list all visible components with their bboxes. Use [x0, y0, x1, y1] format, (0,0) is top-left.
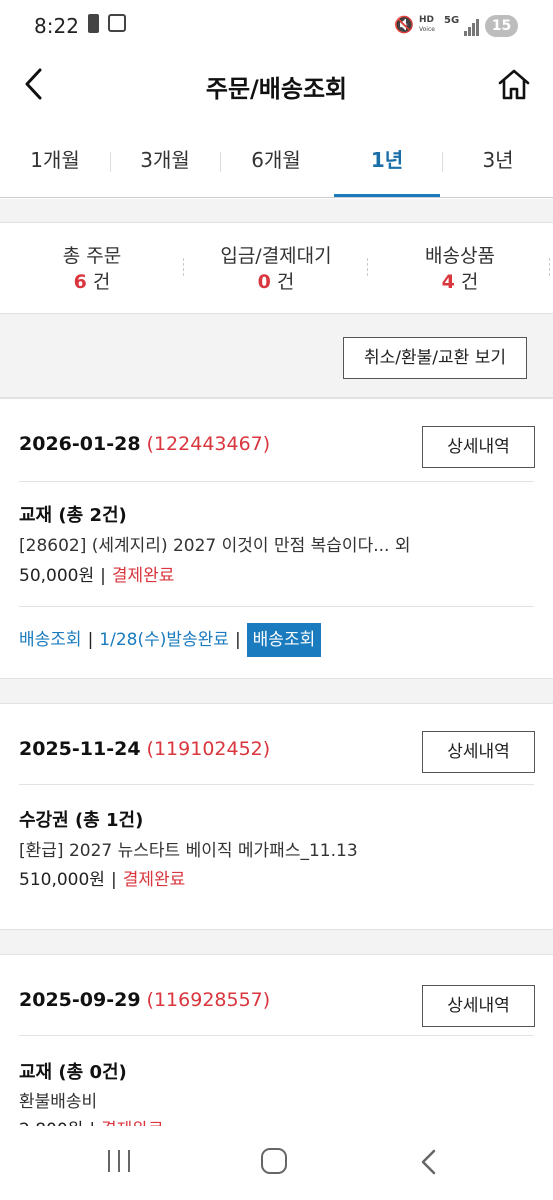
tab-1-year[interactable]: 1년 — [332, 128, 442, 197]
order-date-line: 2025-11-24 (119102452) — [19, 738, 270, 760]
status-time: 8:22 — [34, 14, 79, 38]
payment-status: 결제완료 — [111, 566, 175, 586]
divider — [19, 784, 534, 785]
summary-count: 6 — [73, 271, 87, 293]
status-bar: 8:22 🔇 HD Voice 5G 15 — [0, 0, 553, 54]
summary-label: 배송상품 — [425, 245, 495, 267]
page-title: 주문/배송조회 — [205, 75, 348, 103]
separator: | — [234, 630, 241, 650]
summary-shipped-items[interactable]: 배송상품 4건 — [368, 243, 552, 295]
tab-3-years[interactable]: 3년 — [443, 128, 553, 196]
mute-icon: 🔇 — [394, 15, 414, 34]
order-number[interactable]: (122443467) — [147, 433, 271, 455]
separator: | — [110, 870, 117, 890]
filter-section: 취소/환불/교환 보기 — [0, 314, 553, 398]
nav-back-icon[interactable] — [418, 1148, 440, 1176]
summary-count: 4 — [441, 271, 455, 293]
order-detail-button[interactable]: 상세내역 — [422, 426, 535, 468]
order-price-line: 510,000원 | 결제완료 — [19, 865, 185, 890]
system-nav-bar — [0, 1126, 553, 1200]
home-icon[interactable] — [497, 68, 531, 102]
summary-divider — [549, 258, 550, 276]
summary-unit: 건 — [92, 271, 111, 293]
order-category: 교재 (총 2건) — [19, 505, 127, 526]
order-category: 수강권 (총 1건) — [19, 810, 144, 831]
separator: | — [100, 566, 106, 586]
order-category: 교재 (총 0건) — [19, 1062, 127, 1083]
shipping-track-link[interactable]: 배송조회 — [19, 630, 82, 650]
summary-label: 총 주문 — [62, 245, 122, 267]
order-card: 2025-09-29 (116928557) 상세내역 교재 (총 0건) 환불배… — [0, 954, 553, 1154]
screenshot-icon — [108, 14, 126, 32]
summary-divider — [183, 258, 184, 276]
order-price-line: 50,000원 | 결제완료 — [19, 561, 174, 586]
order-date: 2026-01-28 — [19, 433, 141, 455]
order-date-line: 2026-01-28 (122443467) — [19, 433, 270, 455]
summary-label: 입금/결제대기 — [220, 245, 332, 267]
order-date: 2025-09-29 — [19, 989, 141, 1011]
tab-3-months[interactable]: 3개월 — [110, 128, 220, 196]
divider — [19, 481, 534, 482]
order-amount: 510,000원 — [19, 870, 105, 890]
summary-count: 0 — [257, 271, 271, 293]
divider — [19, 606, 534, 607]
home-button-icon[interactable] — [261, 1148, 287, 1174]
divider — [19, 1035, 534, 1036]
network-5g-icon: 5G — [444, 15, 460, 26]
separator: | — [87, 630, 94, 650]
tab-1-month[interactable]: 1개월 — [0, 128, 110, 196]
battery-saver-icon — [88, 14, 99, 33]
recent-apps-icon[interactable] — [106, 1150, 132, 1172]
tab-6-months[interactable]: 6개월 — [221, 128, 331, 196]
order-card: 2026-01-28 (122443467) 상세내역 교재 (총 2건) [28… — [0, 398, 553, 679]
summary-payment-pending[interactable]: 입금/결제대기 0건 — [184, 243, 368, 295]
order-description[interactable]: [환급] 2027 뉴스타트 베이직 메가패스_11.13 — [19, 836, 358, 861]
summary-total-orders[interactable]: 총 주문 6건 — [0, 243, 184, 295]
app-header: 주문/배송조회 — [0, 54, 553, 116]
volte-icon: HD Voice — [419, 15, 435, 34]
cancel-refund-exchange-button[interactable]: 취소/환불/교환 보기 — [343, 337, 527, 379]
shipping-info: 1/28(수)발송완료 — [99, 630, 229, 650]
shipping-row: 배송조회 | 1/28(수)발송완료 | 배송조회 — [19, 623, 322, 657]
section-gap — [0, 199, 553, 222]
summary-unit: 건 — [460, 271, 479, 293]
order-description[interactable]: [28602] (세계지리) 2027 이것이 만점 복습이다... 외 — [19, 531, 410, 556]
order-description[interactable]: 환불배송비 — [19, 1087, 97, 1112]
order-summary: 총 주문 6건 입금/결제대기 0건 배송상품 4건 — [0, 222, 553, 314]
shipping-track-button[interactable]: 배송조회 — [246, 623, 322, 657]
payment-status: 결제완료 — [122, 870, 186, 890]
order-detail-button[interactable]: 상세내역 — [422, 731, 535, 773]
order-card: 2025-11-24 (119102452) 상세내역 수강권 (총 1건) [환… — [0, 703, 553, 930]
period-tabs: 1개월 3개월 6개월 1년 3년 — [0, 128, 553, 198]
order-detail-button[interactable]: 상세내역 — [422, 985, 535, 1027]
battery-icon: 15 — [485, 15, 518, 37]
order-number[interactable]: (119102452) — [147, 738, 271, 760]
summary-divider — [367, 258, 368, 276]
order-amount: 50,000원 — [19, 566, 95, 586]
signal-icon — [464, 17, 480, 36]
order-number[interactable]: (116928557) — [147, 989, 271, 1011]
section-gap — [0, 930, 553, 954]
section-gap — [0, 679, 553, 703]
summary-unit: 건 — [276, 271, 295, 293]
order-date-line: 2025-09-29 (116928557) — [19, 989, 270, 1011]
order-date: 2025-11-24 — [19, 738, 141, 760]
